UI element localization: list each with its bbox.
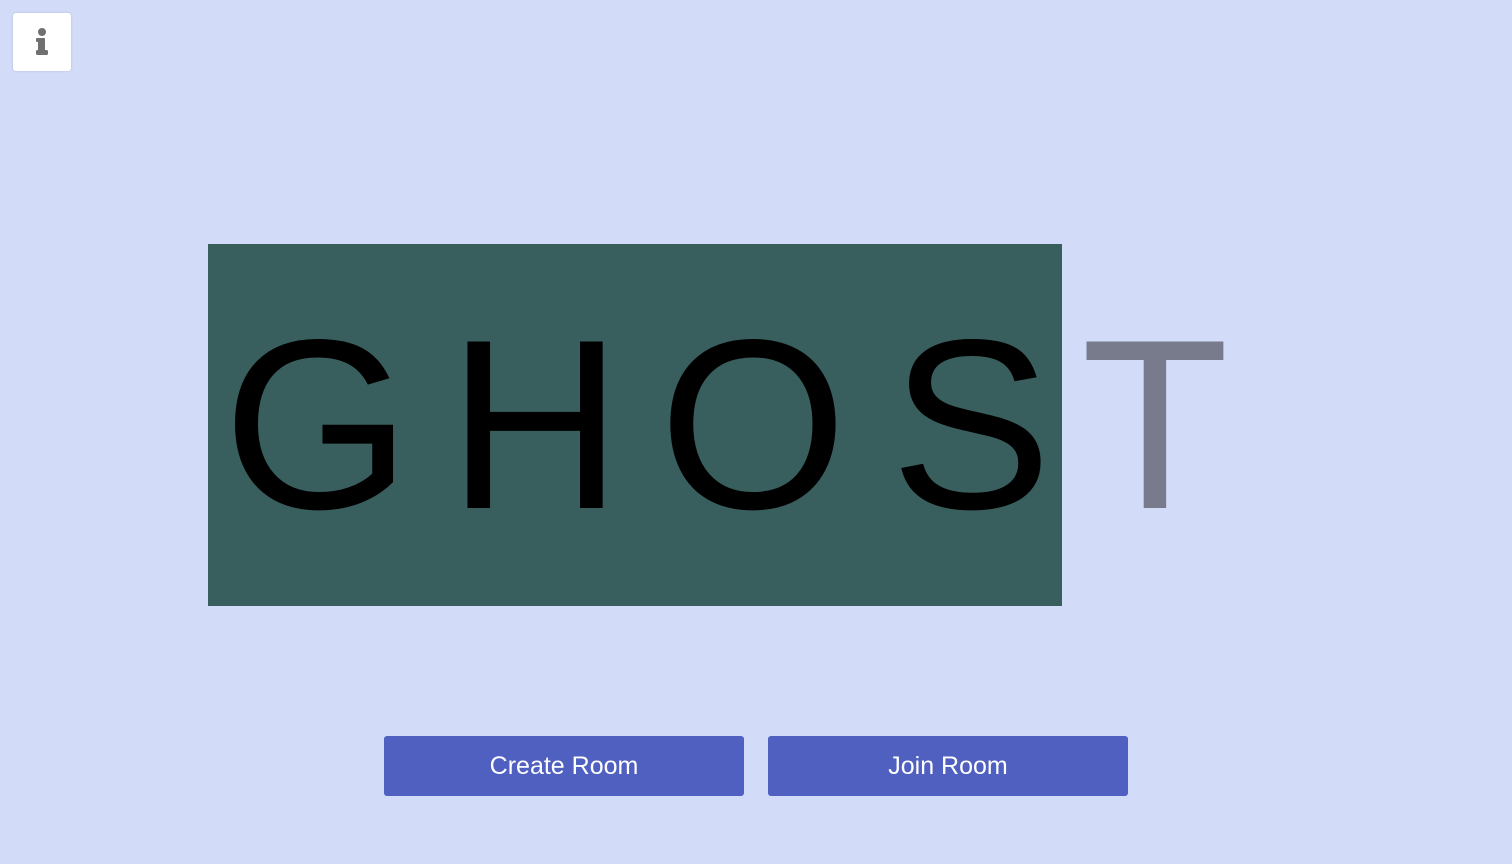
letter-h: H [447, 290, 623, 560]
ghost-word-logo: G H O S T [208, 244, 1230, 606]
letter-g: G [222, 290, 412, 560]
create-room-button[interactable]: Create Room [384, 736, 744, 796]
info-button[interactable] [13, 13, 71, 71]
join-room-button[interactable]: Join Room [768, 736, 1128, 796]
letter-o: O [658, 290, 848, 560]
word-letters: G H O S T [208, 244, 1230, 606]
info-icon [36, 28, 48, 55]
home-screen: G H O S T Create Room Join Room [0, 0, 1512, 864]
letter-t: T [1081, 290, 1229, 560]
letter-s: S [890, 290, 1052, 560]
room-actions: Create Room Join Room [384, 736, 1128, 796]
